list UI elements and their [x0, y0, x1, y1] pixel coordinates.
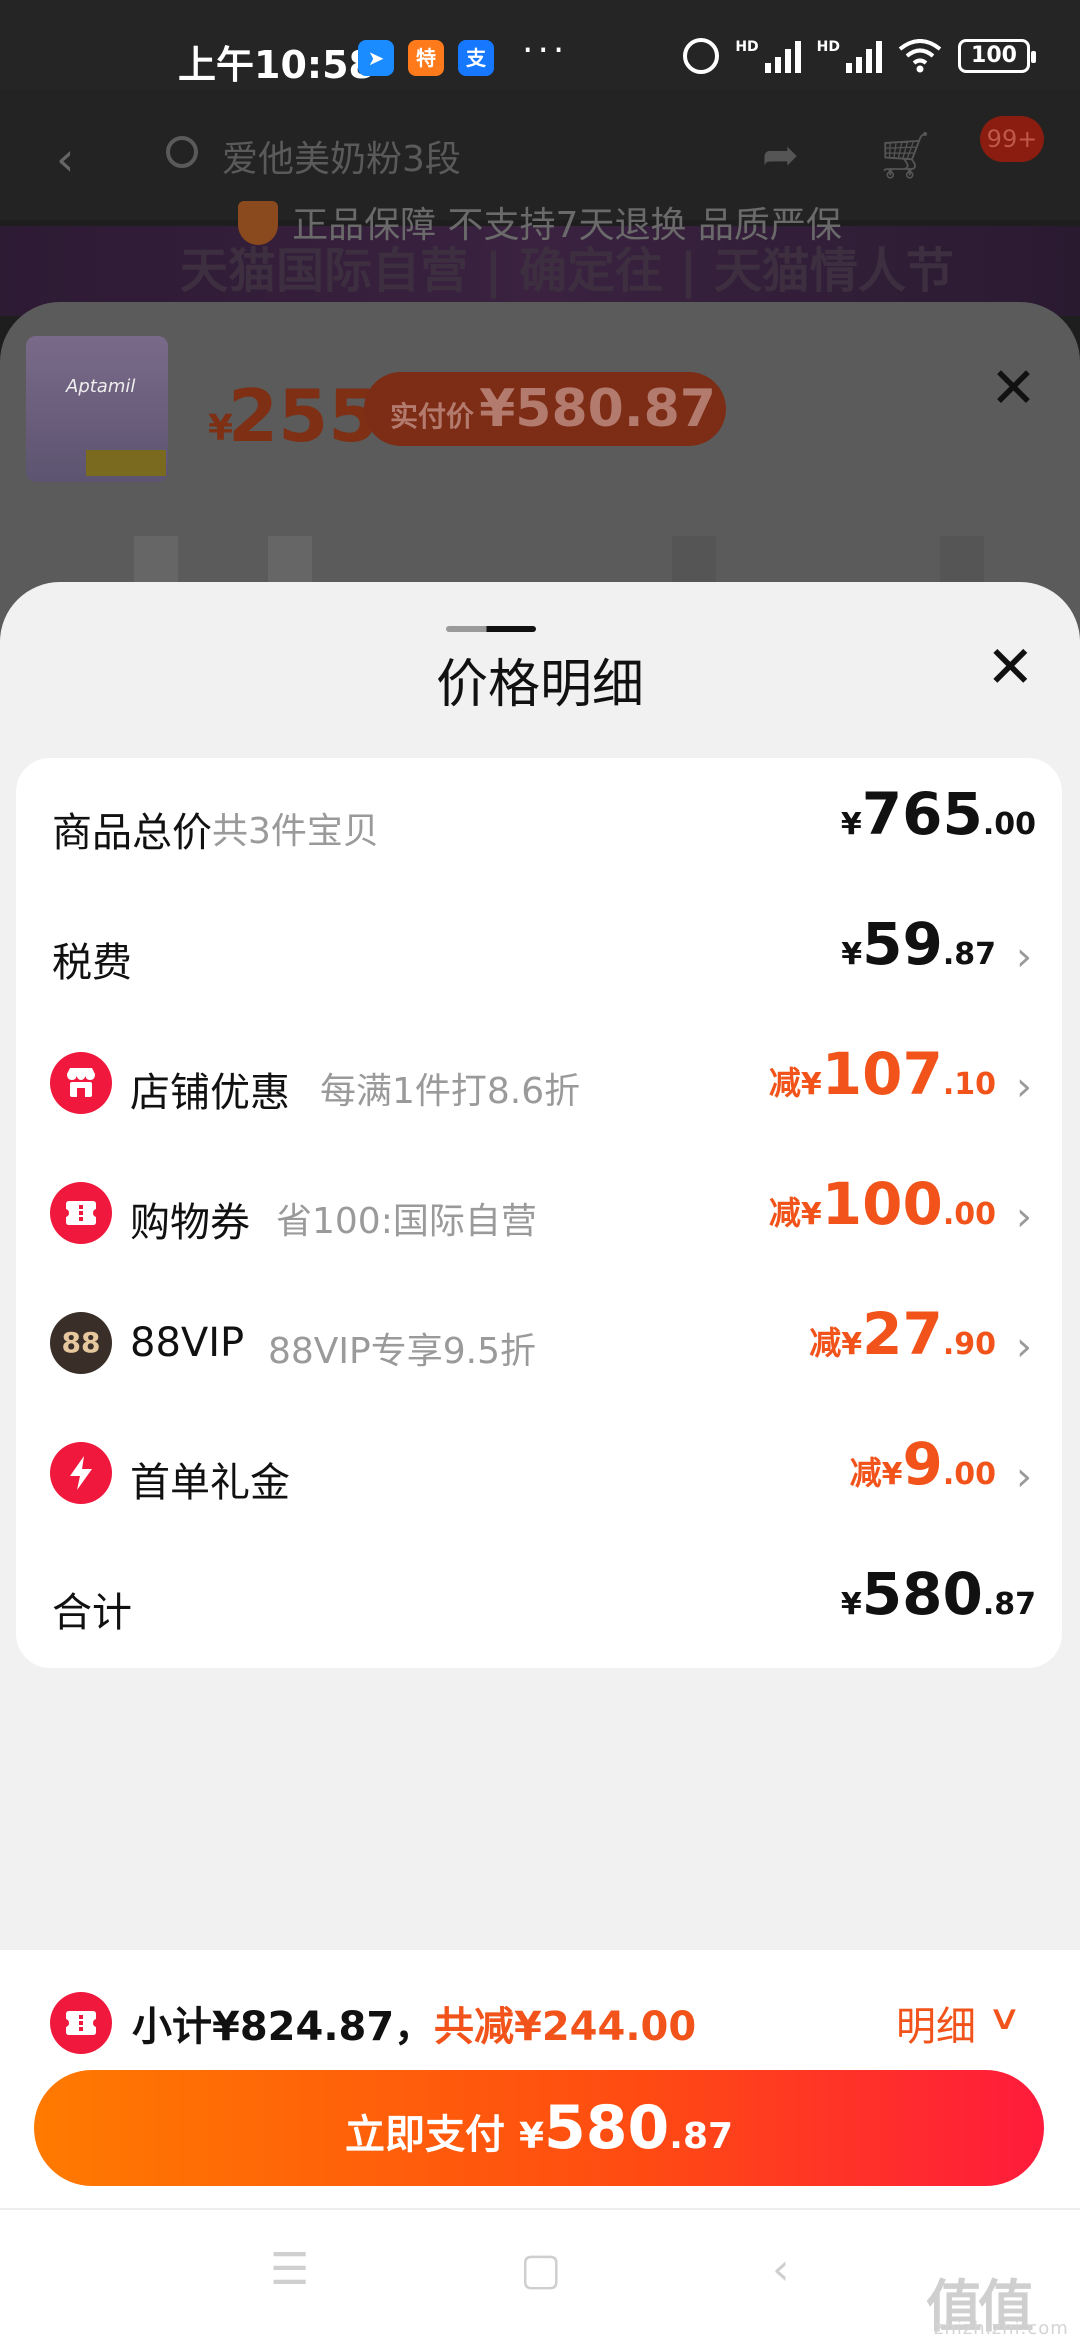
app-notification-icon: 特 — [408, 40, 444, 76]
row-label: 88VIP — [130, 1320, 245, 1366]
wifi-icon — [898, 39, 942, 73]
close-icon[interactable]: ✕ — [990, 356, 1037, 421]
chevron-right-icon: › — [1016, 1324, 1032, 1370]
paid-price-badge: 实付价 ¥580.87 — [364, 372, 726, 446]
row-amount: 减¥107.10 — [768, 1040, 996, 1108]
shop-icon — [50, 1052, 112, 1114]
total-reduction-text: 共减¥244.00 — [434, 2004, 697, 2050]
row-label: 购物券 — [130, 1200, 250, 1246]
price-row-coupon[interactable]: 购物券 省100:国际自营 减¥100.00 › — [16, 1148, 1062, 1278]
row-amount: 减¥27.90 — [809, 1300, 996, 1368]
price-row-first-order-gift[interactable]: 首单礼金 减¥9.00 › — [16, 1408, 1062, 1538]
paid-price-label: 实付价 — [390, 400, 475, 433]
lightning-icon — [50, 1442, 112, 1504]
price-detail-card: 商品总价 共3件宝贝 ¥765.00 税费 ¥59.87 › 店铺优惠 每满1件… — [16, 758, 1062, 1668]
chevron-down-icon[interactable]: ∨ — [987, 1998, 1022, 2038]
row-amount: ¥765.00 — [840, 780, 1036, 848]
chevron-right-icon: › — [1016, 1454, 1032, 1500]
guarantee-bar: 正品保障 不支持7天退换 品质严保 — [0, 196, 1080, 256]
system-navigation-bar: ☰ ▢ ‹ — [0, 2208, 1080, 2340]
pay-now-button[interactable]: 立即支付 ¥580.87 — [34, 2070, 1044, 2186]
alipay-notification-icon: 支 — [458, 40, 494, 76]
row-amount: ¥580.87 — [840, 1560, 1036, 1628]
row-amount: 减¥100.00 — [768, 1170, 996, 1238]
price-row-shop-discount[interactable]: 店铺优惠 每满1件打8.6折 减¥107.10 › — [16, 1018, 1062, 1148]
chevron-right-icon: › — [1016, 1194, 1032, 1240]
price-row-sum: 合计 ¥580.87 — [16, 1538, 1062, 1668]
share-icon[interactable]: ➦ — [762, 130, 799, 181]
shield-icon — [238, 201, 279, 245]
88vip-icon: 88 — [50, 1312, 112, 1374]
menu-icon[interactable]: ☰ — [270, 2244, 309, 2295]
signal-icon: HD — [817, 39, 882, 73]
row-label: 首单礼金 — [130, 1460, 290, 1506]
status-bar: 上午10:58 ➤ 特 支 ··· HD HD 100 — [0, 0, 1080, 90]
pay-button-label: 立即支付 — [344, 2112, 505, 2158]
price-row-total: 商品总价 共3件宝贝 ¥765.00 — [16, 758, 1062, 888]
search-input[interactable]: 爱他美奶粉3段 — [222, 130, 461, 182]
row-note: 88VIP专享9.5折 — [268, 1331, 537, 1372]
alarm-icon — [683, 38, 720, 74]
row-note: 省100:国际自营 — [276, 1201, 537, 1242]
row-label: 税费 — [52, 940, 132, 986]
checkout-bar: 小计¥824.87， 共减¥244.00 明细 ∨ 立即支付 ¥580.87 ☰ … — [0, 1950, 1080, 2340]
price-row-88vip[interactable]: 88 88VIP 88VIP专享9.5折 减¥27.90 › — [16, 1278, 1062, 1408]
signal-icon: HD — [735, 39, 801, 73]
price-row-tax[interactable]: 税费 ¥59.87 › — [16, 888, 1062, 1018]
more-notifications-icon: ··· — [522, 30, 569, 71]
row-note: 共3件宝贝 — [212, 811, 379, 852]
chevron-right-icon: › — [1016, 934, 1032, 980]
subtotal-text: 小计¥824.87， — [132, 2004, 435, 2050]
row-amount: ¥59.87 — [841, 910, 996, 978]
close-icon[interactable]: ✕ — [986, 638, 1035, 696]
sheet-title: 价格明细 — [435, 655, 644, 715]
guarantee-text: 正品保障 不支持7天退换 品质严保 — [292, 205, 842, 246]
back-icon[interactable]: ‹ — [56, 132, 74, 186]
row-note: 每满1件打8.6折 — [320, 1071, 581, 1112]
cart-icon[interactable]: 🛒︎ — [876, 128, 934, 183]
row-amount: 减¥9.00 — [849, 1430, 996, 1498]
thumbnail-brand: Aptamil — [66, 376, 136, 397]
cart-badge: 99+ — [980, 116, 1044, 162]
drag-handle[interactable] — [446, 626, 536, 632]
paid-price-value: ¥580.87 — [479, 379, 716, 439]
row-label: 店铺优惠 — [130, 1070, 290, 1116]
search-icon — [166, 136, 198, 168]
sku-price: 255 — [228, 374, 379, 458]
battery-icon: 100 — [958, 39, 1036, 73]
watermark-domain: zhizhizhi.com — [934, 2318, 1069, 2339]
detail-toggle[interactable]: 明细 — [896, 1994, 976, 2052]
home-icon[interactable]: ▢ — [520, 2244, 562, 2295]
status-time: 上午10:58 — [178, 43, 375, 87]
coupon-icon — [50, 1182, 112, 1244]
product-thumbnail: Aptamil — [26, 336, 168, 482]
chevron-right-icon: › — [1016, 1064, 1032, 1110]
coupon-icon — [50, 1992, 112, 2054]
back-icon[interactable]: ‹ — [772, 2244, 790, 2295]
row-label: 商品总价 — [52, 810, 212, 856]
row-label: 合计 — [52, 1590, 132, 1636]
app-notification-icon: ➤ — [358, 40, 394, 76]
